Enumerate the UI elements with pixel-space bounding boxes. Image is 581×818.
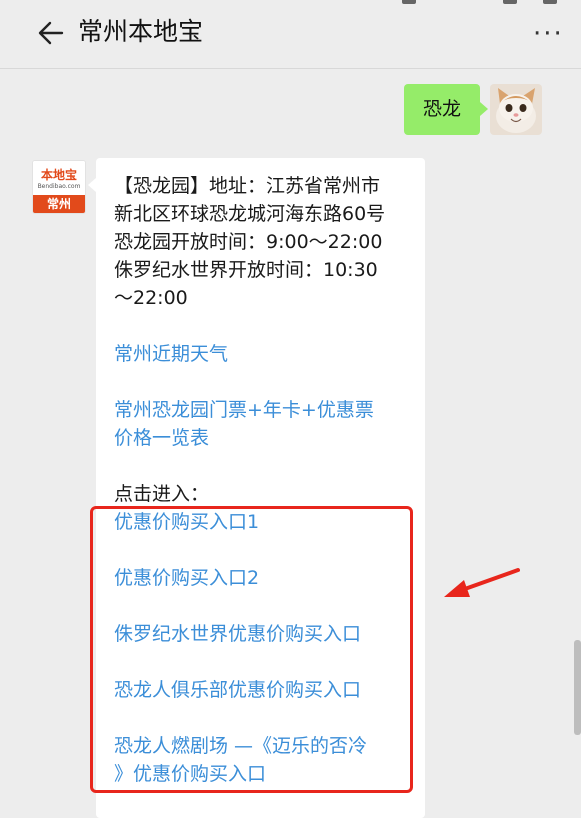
info-line: 侏罗纪水世界开放时间：10:30 (114, 259, 378, 281)
logo-domain: Bendibao.com (37, 183, 81, 190)
link-ticket-price[interactable]: 常州恐龙园门票+年卡+优惠票 (114, 396, 414, 424)
scrollbar[interactable] (574, 640, 581, 735)
enter-label: 点击进入： (114, 483, 210, 505)
outgoing-message[interactable]: 恐龙 (404, 84, 488, 135)
bendibao-avatar[interactable]: 本地宝 Bendibao.com 常州 (32, 160, 86, 214)
user-avatar[interactable] (490, 84, 542, 135)
more-dots-icon[interactable]: ··· (533, 21, 565, 47)
cat-avatar-icon (490, 84, 542, 135)
info-line: ～22:00 (114, 287, 188, 309)
chat-title: 常州本地宝 (78, 17, 204, 46)
logo-brand: 本地宝 (40, 168, 77, 182)
info-line: 新北区环球恐龙城河海东路60号 (114, 203, 386, 225)
info-line: 恐龙园开放时间：9:00～22:00 (114, 231, 383, 253)
status-icon (503, 0, 517, 4)
back-arrow-icon[interactable] (36, 18, 66, 48)
status-icon (402, 0, 416, 4)
highlight-box (90, 506, 413, 793)
logo-city: 常州 (33, 195, 85, 213)
chat-header: 常州本地宝 ··· (0, 0, 581, 69)
link-weather[interactable]: 常州近期天气 (114, 340, 414, 368)
status-icon (543, 0, 557, 4)
link-ticket-price-cont[interactable]: 价格一览表 (114, 424, 414, 452)
info-line: 【恐龙园】地址：江苏省常州市 (114, 175, 381, 197)
annotation-arrow-icon (444, 568, 520, 597)
